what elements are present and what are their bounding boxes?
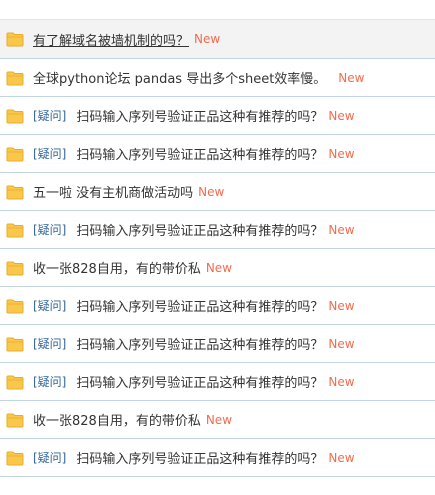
- thread-row[interactable]: 五一啦 没有主机商做活动吗 New: [0, 173, 435, 211]
- top-border-strip: [0, 0, 435, 20]
- thread-title[interactable]: 有了解域名被墙机制的吗？: [33, 30, 189, 49]
- thread-row[interactable]: 收一张828自用，有的带价私 New: [0, 401, 435, 439]
- thread-title[interactable]: 扫码输入序列号验证正品这种有推荐的吗？: [76, 144, 323, 163]
- folder-icon: [6, 184, 24, 200]
- thread-tag[interactable]: [疑问]: [33, 221, 66, 238]
- folder-icon: [6, 336, 24, 352]
- new-badge: New: [194, 32, 221, 46]
- folder-icon: [6, 31, 24, 47]
- thread-title[interactable]: 扫码输入序列号验证正品这种有推荐的吗？: [76, 448, 323, 467]
- new-badge: New: [205, 412, 233, 427]
- new-badge: New: [328, 450, 355, 465]
- folder-icon: [6, 146, 24, 162]
- thread-title[interactable]: 扫码输入序列号验证正品这种有推荐的吗？: [76, 220, 323, 239]
- thread-title[interactable]: 扫码输入序列号验证正品这种有推荐的吗？: [76, 296, 323, 315]
- thread-tag[interactable]: [疑问]: [33, 145, 66, 162]
- thread-title[interactable]: 收一张828自用，有的带价私: [33, 258, 201, 277]
- thread-tag[interactable]: [疑问]: [33, 335, 66, 352]
- thread-row[interactable]: [疑问] 扫码输入序列号验证正品这种有推荐的吗？ New: [0, 287, 435, 325]
- folder-icon: [6, 108, 24, 124]
- new-badge: New: [328, 108, 355, 123]
- thread-row[interactable]: 有了解域名被墙机制的吗？ New: [0, 20, 435, 59]
- folder-icon: [6, 260, 24, 276]
- thread-list: 有了解域名被墙机制的吗？ New 全球python论坛 pandas 导出多个s…: [0, 20, 435, 477]
- new-badge: New: [328, 222, 355, 237]
- new-badge: New: [205, 260, 233, 275]
- folder-icon: [6, 374, 24, 390]
- thread-title[interactable]: 五一啦 没有主机商做活动吗: [33, 182, 193, 201]
- new-badge: New: [328, 298, 355, 313]
- thread-row[interactable]: [疑问] 扫码输入序列号验证正品这种有推荐的吗？ New: [0, 363, 435, 401]
- thread-row[interactable]: [疑问] 扫码输入序列号验证正品这种有推荐的吗？ New: [0, 325, 435, 363]
- thread-row[interactable]: [疑问] 扫码输入序列号验证正品这种有推荐的吗？ New: [0, 97, 435, 135]
- thread-title[interactable]: 扫码输入序列号验证正品这种有推荐的吗？: [76, 106, 323, 125]
- thread-title[interactable]: 扫码输入序列号验证正品这种有推荐的吗？: [76, 372, 323, 391]
- new-badge: New: [328, 146, 355, 161]
- new-badge: New: [328, 374, 355, 389]
- thread-row[interactable]: [疑问] 扫码输入序列号验证正品这种有推荐的吗？ New: [0, 211, 435, 249]
- new-badge: New: [198, 184, 225, 199]
- folder-icon: [6, 450, 24, 466]
- folder-icon: [6, 222, 24, 238]
- thread-row[interactable]: 全球python论坛 pandas 导出多个sheet效率慢。 New: [0, 59, 435, 97]
- thread-title[interactable]: 收一张828自用，有的带价私: [33, 410, 201, 429]
- thread-tag[interactable]: [疑问]: [33, 373, 66, 390]
- folder-icon: [6, 70, 24, 86]
- new-badge: New: [328, 336, 355, 351]
- thread-title[interactable]: 全球python论坛 pandas 导出多个sheet效率慢。: [33, 68, 326, 87]
- thread-row[interactable]: 收一张828自用，有的带价私 New: [0, 249, 435, 287]
- thread-tag[interactable]: [疑问]: [33, 107, 66, 124]
- thread-title[interactable]: 扫码输入序列号验证正品这种有推荐的吗？: [76, 334, 323, 353]
- thread-tag[interactable]: [疑问]: [33, 449, 66, 466]
- thread-row[interactable]: [疑问] 扫码输入序列号验证正品这种有推荐的吗？ New: [0, 135, 435, 173]
- thread-row[interactable]: [疑问] 扫码输入序列号验证正品这种有推荐的吗？ New: [0, 439, 435, 477]
- new-badge: New: [338, 70, 365, 85]
- thread-tag[interactable]: [疑问]: [33, 297, 66, 314]
- folder-icon: [6, 412, 24, 428]
- folder-icon: [6, 298, 24, 314]
